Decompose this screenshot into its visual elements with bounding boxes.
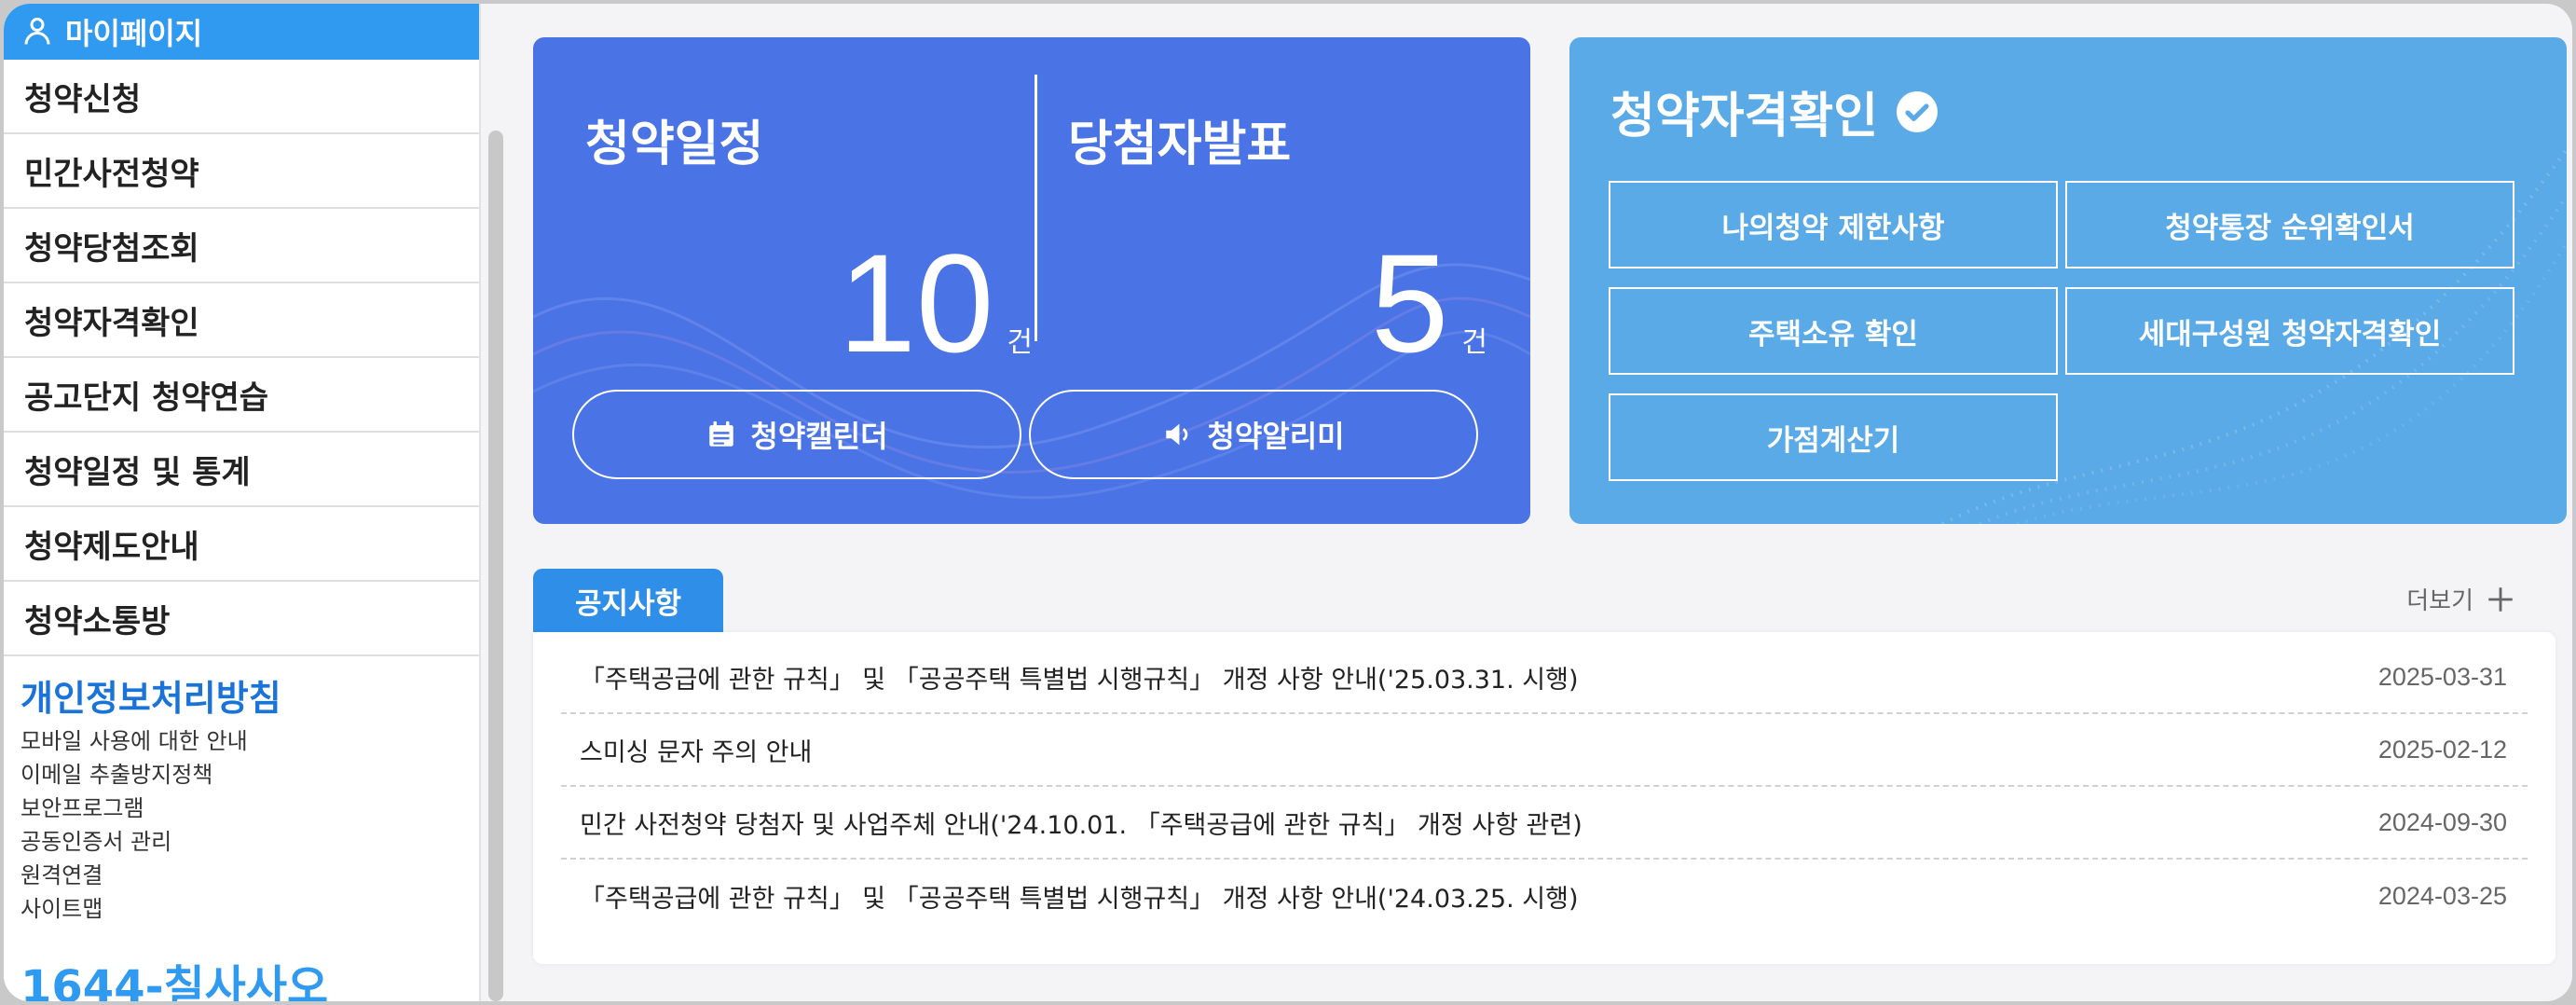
sidebar-item-community[interactable]: 청약소통방 bbox=[4, 582, 479, 656]
account-rank-button[interactable]: 청약통장 순위확인서 bbox=[2065, 181, 2514, 268]
policy-link-remote[interactable]: 원격연결 bbox=[21, 859, 479, 892]
plus-icon bbox=[2488, 586, 2513, 612]
more-link[interactable]: 더보기 bbox=[2406, 582, 2516, 616]
policy-link-certificate[interactable]: 공동인증서 관리 bbox=[21, 825, 479, 859]
alarm-button[interactable]: 청약알리미 bbox=[1029, 390, 1478, 479]
sidebar-item-qualification-check[interactable]: 청약자격확인 bbox=[4, 283, 479, 358]
notice-row[interactable]: 「주택공급에 관한 규칙」 및 「공공주택 특별법 시행규칙」 개정 사항 안내… bbox=[561, 860, 2528, 932]
schedule-count: 10 bbox=[838, 225, 994, 381]
notice-date: 2024-09-30 bbox=[2377, 807, 2507, 836]
speaker-icon bbox=[1166, 423, 1188, 446]
policy-link-sitemap[interactable]: 사이트맵 bbox=[21, 892, 479, 926]
sidebar-item-schedule-stats[interactable]: 청약일정 및 통계 bbox=[4, 433, 479, 507]
policy-link-security[interactable]: 보안프로그램 bbox=[21, 792, 479, 825]
notice-date: 2025-03-31 bbox=[2377, 662, 2507, 691]
notice-row[interactable]: 민간 사전청약 당첨자 및 사업주체 안내('24.10.01. 「주택공급에 … bbox=[561, 787, 2528, 860]
my-restrictions-button[interactable]: 나의청약 제한사항 bbox=[1609, 181, 2058, 268]
winner-block[interactable]: 당첨자발표 5 건 bbox=[1068, 75, 1497, 373]
notice-date: 2024-03-25 bbox=[2377, 881, 2507, 910]
app-frame: 마이페이지 청약신청 민간사전청약 청약당첨조회 청약자격확인 공고단지 청약연… bbox=[4, 4, 2572, 1001]
policy-link-email[interactable]: 이메일 추출방지정책 bbox=[21, 758, 479, 792]
alarm-button-label: 청약알리미 bbox=[1207, 419, 1345, 454]
house-ownership-button[interactable]: 주택소유 확인 bbox=[1609, 287, 2058, 375]
schedule-count-unit: 건 bbox=[1007, 326, 1033, 359]
winner-count: 5 bbox=[1370, 225, 1449, 381]
schedule-count-wrap: 10 건 bbox=[839, 233, 1033, 373]
winner-count-unit: 건 bbox=[1461, 326, 1487, 359]
policy-link-mobile[interactable]: 모바일 사용에 대한 안내 bbox=[21, 724, 479, 758]
calendar-button[interactable]: 청약캘린더 bbox=[572, 390, 1021, 479]
more-label: 더보기 bbox=[2406, 587, 2473, 615]
notice-title: 민간 사전청약 당첨자 및 사업주체 안내('24.10.01. 「주택공급에 … bbox=[580, 810, 1583, 840]
qualification-title: 청약자격확인 bbox=[1610, 89, 1879, 145]
phone-number: 1644-칠사사오 bbox=[21, 961, 329, 1001]
policy-section: 개인정보처리방침 모바일 사용에 대한 안내 이메일 추출방지정책 보안프로그램… bbox=[4, 656, 479, 926]
card-divider bbox=[1035, 75, 1037, 341]
calendar-icon bbox=[709, 420, 734, 447]
qualification-card: 청약자격확인 나의청약 제한사항 청약통장 순위확인서 주택소유 확인 세대구성… bbox=[1569, 37, 2567, 524]
sidebar-item-practice[interactable]: 공고단지 청약연습 bbox=[4, 358, 479, 433]
notice-title: 스미싱 문자 주의 안내 bbox=[580, 737, 813, 767]
sidebar-item-apply[interactable]: 청약신청 bbox=[4, 60, 479, 134]
tab-notice[interactable]: 공지사항 bbox=[533, 569, 723, 632]
check-circle-icon bbox=[1897, 90, 1939, 132]
schedule-block[interactable]: 청약일정 10 건 bbox=[585, 75, 1033, 373]
qualification-title-wrap: 청약자격확인 bbox=[1610, 76, 1939, 146]
winner-count-wrap: 5 건 bbox=[1371, 233, 1487, 373]
notice-title: 「주택공급에 관한 규칙」 및 「공공주택 특별법 시행규칙」 개정 사항 안내… bbox=[580, 665, 1579, 695]
sidebar-item-winner-lookup[interactable]: 청약당첨조회 bbox=[4, 209, 479, 283]
sidebar-item-private-pre-subscription[interactable]: 민간사전청약 bbox=[4, 134, 479, 209]
user-icon bbox=[24, 18, 50, 45]
sidebar: 마이페이지 청약신청 민간사전청약 청약당첨조회 청약자격확인 공고단지 청약연… bbox=[4, 4, 481, 1001]
winner-title: 당첨자발표 bbox=[1068, 117, 1292, 172]
mypage-link[interactable]: 마이페이지 bbox=[4, 4, 479, 60]
notice-row[interactable]: 「주택공급에 관한 규칙」 및 「공공주택 특별법 시행규칙」 개정 사항 안내… bbox=[561, 641, 2528, 714]
notice-title: 「주택공급에 관한 규칙」 및 「공공주택 특별법 시행규칙」 개정 사항 안내… bbox=[580, 884, 1579, 914]
schedule-title: 청약일정 bbox=[585, 117, 764, 172]
notice-list: 「주택공급에 관한 규칙」 및 「공공주택 특별법 시행규칙」 개정 사항 안내… bbox=[533, 632, 2555, 964]
sidebar-item-system-guide[interactable]: 청약제도안내 bbox=[4, 507, 479, 582]
household-qualification-button[interactable]: 세대구성원 청약자격확인 bbox=[2065, 287, 2514, 375]
policy-links: 모바일 사용에 대한 안내 이메일 추출방지정책 보안프로그램 공동인증서 관리… bbox=[21, 724, 479, 926]
notice-date: 2025-02-12 bbox=[2377, 735, 2507, 764]
calendar-button-label: 청약캘린더 bbox=[750, 419, 888, 454]
sidebar-scrollbar[interactable] bbox=[488, 131, 503, 1001]
score-calculator-button[interactable]: 가점계산기 bbox=[1609, 393, 2058, 481]
mypage-label: 마이페이지 bbox=[65, 16, 203, 51]
notice-row[interactable]: 스미싱 문자 주의 안내 2025-02-12 bbox=[561, 714, 2528, 787]
schedule-card: 청약일정 10 건 당첨자발표 5 건 청약캘린더 청약알리미 bbox=[533, 37, 1530, 524]
sidebar-menu: 청약신청 민간사전청약 청약당첨조회 청약자격확인 공고단지 청약연습 청약일정… bbox=[4, 60, 479, 656]
privacy-policy-link[interactable]: 개인정보처리방침 bbox=[21, 669, 479, 721]
